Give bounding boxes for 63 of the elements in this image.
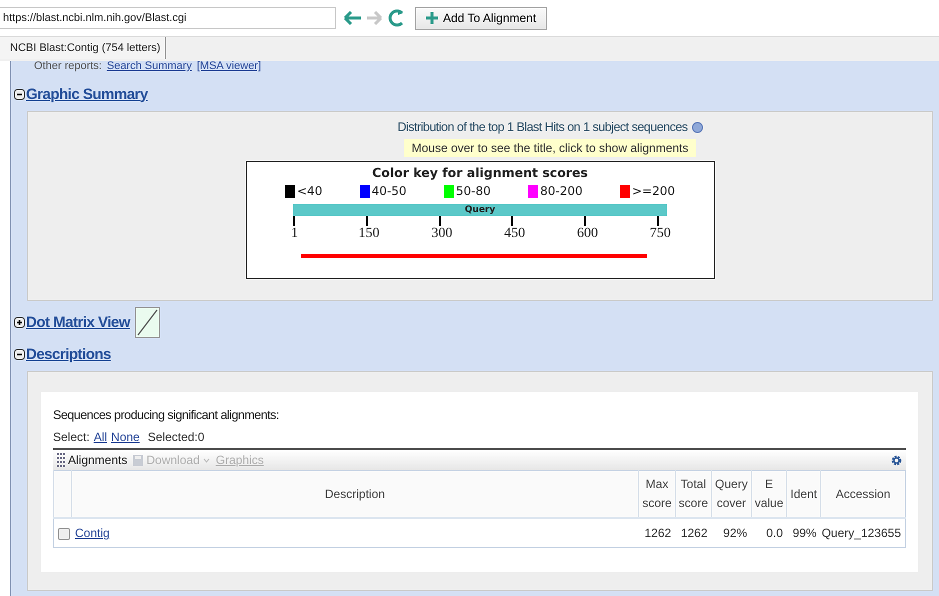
table-cell: Query_123655: [820, 518, 906, 548]
table-cell: 1262: [675, 518, 712, 548]
select-link[interactable]: None: [111, 430, 140, 444]
score-range-label: <40: [297, 184, 322, 198]
tick-mark: [511, 216, 514, 226]
section-title-link[interactable]: Descriptions: [26, 346, 111, 362]
column-header[interactable]: E value: [751, 470, 787, 518]
plus-icon: [426, 12, 438, 24]
tick-label: 300: [431, 226, 452, 242]
query-bar: Query: [293, 204, 667, 216]
tick-mark: [438, 216, 441, 226]
tick-label: 1: [291, 226, 298, 242]
description-link[interactable]: Contig: [75, 526, 110, 540]
table-cell: 0.0: [751, 518, 787, 548]
report-link[interactable]: [MSA viewer]: [196, 61, 262, 73]
alignments-button[interactable]: Alignments: [57, 453, 128, 467]
column-header[interactable]: Total score: [675, 470, 712, 518]
score-range-label: 50-80: [456, 184, 491, 198]
column-header[interactable]: Max score: [638, 470, 676, 518]
reload-icon[interactable]: [388, 9, 404, 27]
settings-icon[interactable]: [891, 454, 902, 466]
tick-label: 600: [576, 226, 598, 242]
score-range-label: 40-50: [372, 184, 407, 198]
hint-text: Mouse over to see the title, click to show alignments: [404, 139, 696, 157]
help-icon[interactable]: [692, 122, 703, 132]
back-icon[interactable]: [344, 11, 362, 25]
toggle-icon[interactable]: [14, 316, 25, 328]
tick-mark: [293, 216, 295, 226]
address-field[interactable]: https://blast.ncbi.nlm.nih.gov/Blast.cgi: [0, 7, 336, 29]
distribution-title: Distribution of the top 1 Blast Hits on 1 subject sequences: [397, 120, 688, 134]
tick-mark: [656, 216, 659, 226]
color-key-title: Color key for alignment scores: [372, 165, 588, 180]
toggle-icon[interactable]: [14, 88, 25, 100]
table-cell: 1262: [638, 518, 676, 548]
select-label: Select:: [53, 430, 90, 444]
score-range-label: 80-200: [540, 184, 583, 198]
save-icon: [133, 454, 144, 466]
section-title-link[interactable]: Graphic Summary: [26, 86, 148, 102]
caret-icon: [202, 458, 210, 462]
dot-matrix-thumbnail-icon[interactable]: [134, 306, 160, 338]
tick-mark: [366, 216, 368, 226]
tick-mark: [584, 216, 586, 226]
selected-count: Selected:0: [148, 430, 204, 444]
tick-label: 150: [358, 226, 380, 242]
add-to-alignment-button[interactable]: Add To Alignment: [415, 6, 548, 30]
results-heading: Sequences producing significant alignments:: [53, 408, 280, 422]
score-range-label: >=200: [632, 184, 675, 198]
report-link[interactable]: Search Summary: [106, 61, 192, 73]
browser-tab[interactable]: NCBI Blast:Contig (754 letters): [0, 37, 166, 59]
other-reports-label: Other reports:: [34, 61, 102, 73]
column-header[interactable]: Description: [71, 470, 639, 518]
tick-label: 450: [504, 226, 526, 242]
row-checkbox[interactable]: [58, 528, 70, 540]
column-header[interactable]: Ident: [786, 470, 821, 518]
section-title-link[interactable]: Dot Matrix View: [26, 314, 130, 330]
toggle-icon[interactable]: [14, 348, 25, 360]
table-cell: 92%: [712, 518, 752, 548]
tick-label: 750: [650, 226, 671, 242]
sort-icon: [57, 453, 65, 467]
column-header[interactable]: Accession: [820, 470, 906, 518]
column-header[interactable]: Query cover: [712, 470, 752, 518]
table-cell: 99%: [786, 518, 821, 548]
select-link[interactable]: All: [94, 430, 108, 444]
